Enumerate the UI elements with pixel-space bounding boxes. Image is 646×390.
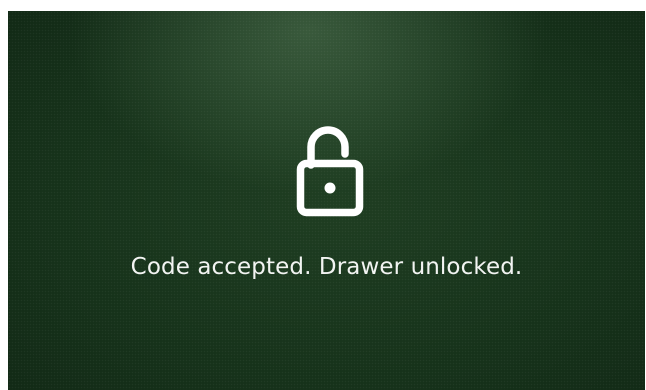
unlocked-padlock-icon (289, 113, 369, 217)
status-message: Code accepted. Drawer unlocked. (130, 254, 523, 280)
unlock-status-screen: Code accepted. Drawer unlocked. (8, 11, 645, 390)
